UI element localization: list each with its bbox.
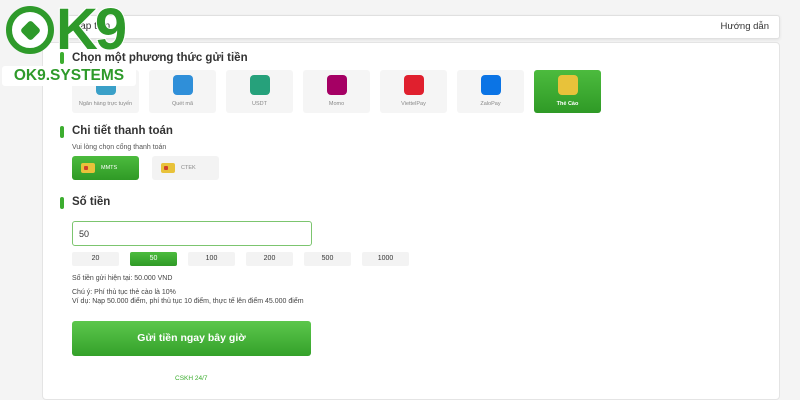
method-qr-code[interactable]: Quét mã bbox=[149, 70, 216, 113]
gateway-option[interactable]: MMTS bbox=[72, 156, 139, 180]
section-marker bbox=[60, 126, 64, 138]
method-tether[interactable]: USDT bbox=[226, 70, 293, 113]
method-label: Momo bbox=[328, 101, 345, 107]
gateway-list: MMTS CTEK bbox=[72, 156, 219, 180]
deposit-submit-button[interactable]: Gửi tiền ngay bây giờ bbox=[72, 321, 311, 356]
method-label: Ngân hàng trực tuyến bbox=[78, 101, 133, 107]
amount-preset-button[interactable]: 100 bbox=[188, 252, 235, 266]
gateway-option[interactable]: CTEK bbox=[152, 156, 219, 180]
method-label: Thẻ Cào bbox=[556, 101, 579, 107]
amount-preset-button[interactable]: 50 bbox=[130, 252, 177, 266]
gateway-label: CTEK bbox=[181, 165, 196, 171]
method-list: Ngân hàng trực tuyến Quét mã USDT Momo Viett… bbox=[72, 70, 601, 113]
method-viettelpay[interactable]: ViettelPay bbox=[380, 70, 447, 113]
amount-preset-button[interactable]: 20 bbox=[72, 252, 119, 266]
momo-icon bbox=[326, 75, 347, 95]
ok9-logo: K9 OK9.SYSTEMS bbox=[0, 0, 142, 90]
logo-subtitle: OK9.SYSTEMS bbox=[2, 66, 136, 86]
method-label: ViettelPay bbox=[401, 101, 426, 107]
soccer-ball-icon bbox=[6, 6, 54, 54]
sim-card-icon bbox=[161, 163, 175, 173]
amount-preset-button[interactable]: 200 bbox=[246, 252, 293, 266]
gateway-label: MMTS bbox=[101, 165, 118, 171]
gateway-hint: Vui lòng chọn cổng thanh toán bbox=[72, 144, 167, 151]
qr-code-icon bbox=[172, 75, 193, 95]
method-label: Quét mã bbox=[171, 101, 194, 107]
support-link[interactable]: CSKH 24/7 bbox=[175, 375, 208, 382]
amount-presets: 20 50 100 200 500 1000 bbox=[72, 252, 409, 266]
tether-icon bbox=[249, 75, 270, 95]
section-marker bbox=[60, 197, 64, 209]
method-label: USDT bbox=[252, 101, 267, 107]
amount-input[interactable] bbox=[72, 221, 312, 246]
fee-note: Chú ý: Phí thủ tục thẻ cào là 10% bbox=[72, 289, 176, 296]
amount-preset-button[interactable]: 500 bbox=[304, 252, 351, 266]
amount-title: Số tiền bbox=[72, 196, 111, 208]
top-bar: Nạp tiền Hướng dẫn bbox=[60, 15, 780, 39]
example-note: Ví dụ: Nạp 50.000 điểm, phí thủ tục 10 đ… bbox=[72, 298, 304, 305]
method-zalopay[interactable]: ZaloPay bbox=[457, 70, 524, 113]
amount-preset-button[interactable]: 1000 bbox=[362, 252, 409, 266]
current-amount-note: Số tiền gửi hiện tại: 50.000 VND bbox=[72, 275, 173, 282]
guide-link[interactable]: Hướng dẫn bbox=[720, 21, 769, 32]
zalopay-icon bbox=[480, 75, 501, 95]
logo-wordmark: K9 bbox=[55, 0, 128, 63]
method-momo[interactable]: Momo bbox=[303, 70, 370, 113]
scratch-card-icon bbox=[557, 75, 578, 95]
payment-details-title: Chi tiết thanh toán bbox=[72, 125, 173, 137]
viettelpay-icon bbox=[403, 75, 424, 95]
method-label: ZaloPay bbox=[480, 101, 501, 107]
sim-card-icon bbox=[81, 163, 95, 173]
method-scratch-card[interactable]: Thẻ Cào bbox=[534, 70, 601, 113]
